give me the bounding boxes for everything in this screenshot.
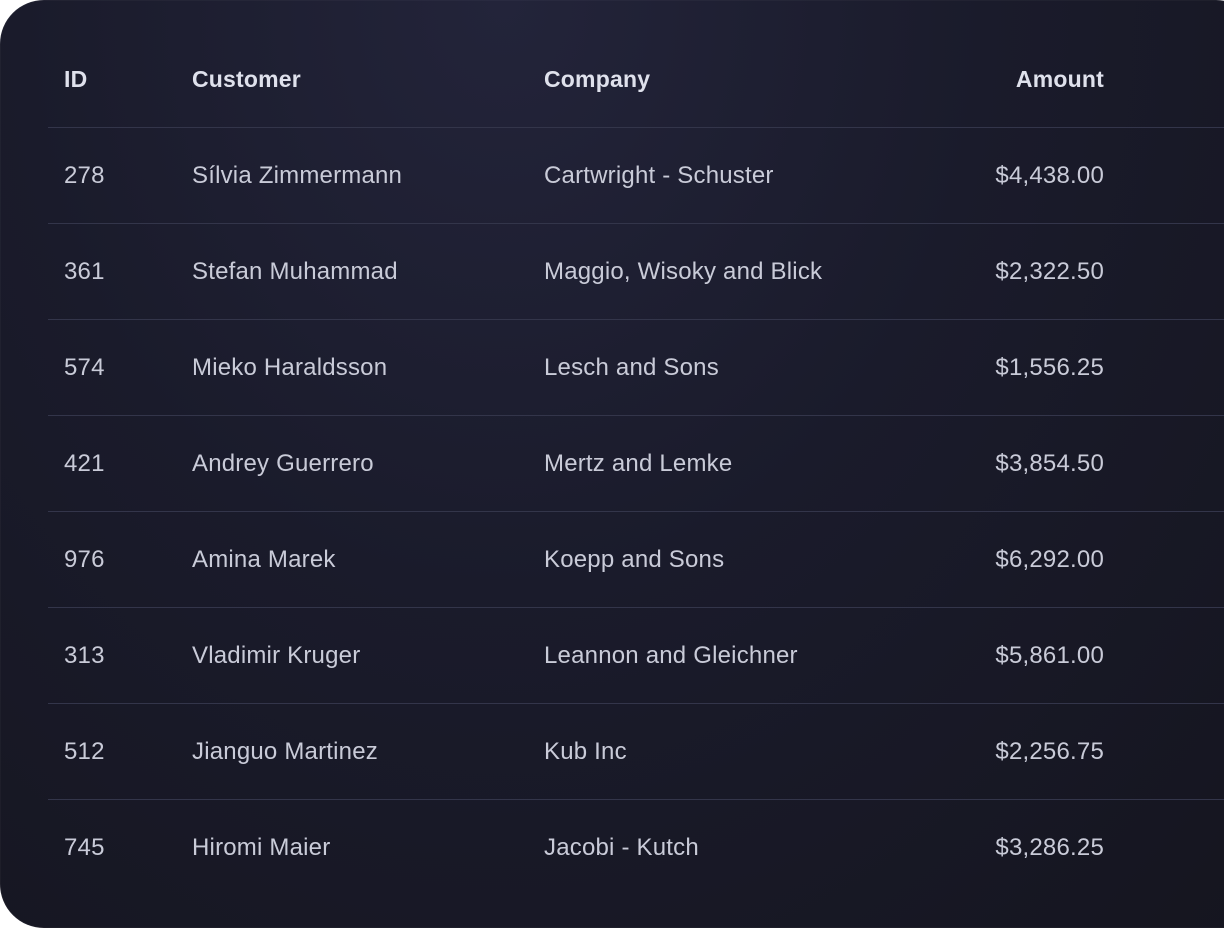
cell-customer: Vladimir Kruger [192,642,361,669]
column-header-amount[interactable]: Amount [828,32,1104,127]
table-header-row: ID Customer Company Amount [48,32,1224,128]
cell-id: 361 [64,258,105,285]
cell-customer: Mieko Haraldsson [192,354,388,381]
table-row[interactable]: 574 Mieko Haraldsson Lesch and Sons $1,5… [48,320,1224,416]
cell-id: 421 [64,450,105,477]
table-row[interactable]: 421 Andrey Guerrero Mertz and Lemke $3,8… [48,416,1224,512]
table-row[interactable]: 361 Stefan Muhammad Maggio, Wisoky and B… [48,224,1224,320]
column-header-customer[interactable]: Customer [192,32,301,127]
cell-company: Cartwright - Schuster [544,162,774,189]
cell-id: 976 [64,546,105,573]
cell-company: Koepp and Sons [544,546,725,573]
table-card: ID Customer Company Amount 278 Sílvia Zi… [0,0,1224,928]
cell-amount: $3,286.25 [995,834,1104,861]
table-row[interactable]: 976 Amina Marek Koepp and Sons $6,292.00 [48,512,1224,608]
cell-amount: $3,854.50 [995,450,1104,477]
table-row[interactable]: 512 Jianguo Martinez Kub Inc $2,256.75 [48,704,1224,800]
cell-amount: $5,861.00 [995,642,1104,669]
cell-id: 512 [64,738,105,765]
cell-company: Mertz and Lemke [544,450,733,477]
cell-customer: Sílvia Zimmermann [192,162,403,189]
cell-company: Lesch and Sons [544,354,719,381]
cell-company: Kub Inc [544,738,627,765]
table-row[interactable]: 313 Vladimir Kruger Leannon and Gleichne… [48,608,1224,704]
cell-id: 574 [64,354,105,381]
cell-company: Maggio, Wisoky and Blick [544,258,823,285]
cell-company: Jacobi - Kutch [544,834,699,861]
cell-customer: Andrey Guerrero [192,450,374,477]
cell-customer: Hiromi Maier [192,834,331,861]
cell-amount: $4,438.00 [995,162,1104,189]
column-header-id[interactable]: ID [64,32,87,127]
cell-customer: Amina Marek [192,546,336,573]
cell-id: 313 [64,642,105,669]
orders-table: ID Customer Company Amount 278 Sílvia Zi… [48,32,1224,895]
cell-id: 278 [64,162,105,189]
column-header-company[interactable]: Company [544,32,650,127]
cell-id: 745 [64,834,105,861]
cell-customer: Stefan Muhammad [192,258,398,285]
table-row[interactable]: 745 Hiromi Maier Jacobi - Kutch $3,286.2… [48,800,1224,895]
cell-company: Leannon and Gleichner [544,642,798,669]
cell-amount: $1,556.25 [995,354,1104,381]
table-row[interactable]: 278 Sílvia Zimmermann Cartwright - Schus… [48,128,1224,224]
cell-amount: $2,256.75 [995,738,1104,765]
cell-amount: $6,292.00 [995,546,1104,573]
cell-customer: Jianguo Martinez [192,738,378,765]
cell-amount: $2,322.50 [995,258,1104,285]
